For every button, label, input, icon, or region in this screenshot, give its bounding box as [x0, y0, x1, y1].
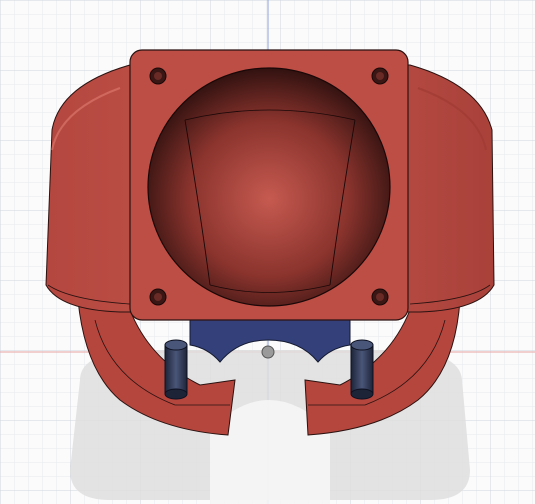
standoff-rod-left — [164, 339, 188, 400]
3d-viewport[interactable] — [0, 0, 535, 504]
origin-point[interactable] — [261, 345, 275, 359]
fan-duct-opening — [147, 67, 391, 307]
viewport-canvas[interactable] — [0, 0, 535, 504]
standoff-rod-right — [350, 339, 374, 400]
